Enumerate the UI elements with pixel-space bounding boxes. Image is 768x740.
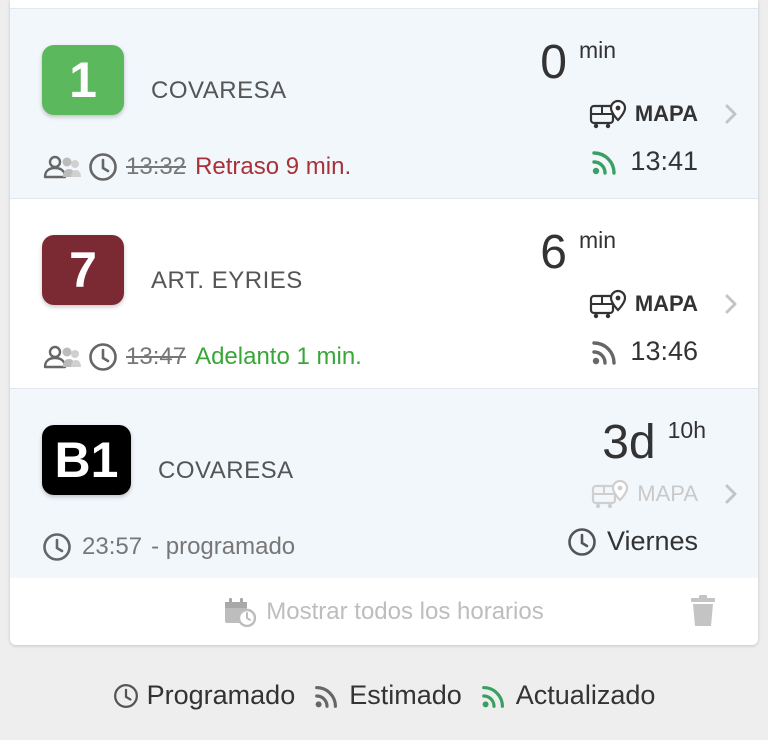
legend-label: Estimado	[349, 680, 462, 710]
eta-unit: 10h	[667, 417, 706, 443]
early-status: Adelanto 1 min.	[195, 343, 362, 370]
arrival-row-line-7[interactable]: 7 ART. EYRIES 13:47 Adelanto 1 min. 6 mi…	[10, 199, 758, 389]
map-link[interactable]: MAPA	[589, 289, 698, 319]
clock-icon	[88, 342, 118, 372]
legend-actualizado: Actualizado	[480, 680, 656, 711]
wifi-estimated-icon	[590, 337, 620, 367]
clock-icon	[42, 532, 72, 562]
arrivals-card: 1 COVARESA 13:32 Retraso 9 min. 0 min MA…	[10, 0, 758, 645]
wifi-updated-icon	[590, 147, 620, 177]
legend-label: Programado	[146, 680, 296, 710]
line-badge: 7	[42, 235, 124, 305]
legend: Programado Estimado Actualizado	[0, 680, 768, 711]
line-badge: 1	[42, 45, 124, 115]
destination: COVARESA	[158, 457, 294, 484]
time-value: 13:46	[630, 336, 698, 366]
chevron-right-icon[interactable]	[724, 293, 738, 320]
chevron-right-icon[interactable]	[724, 483, 738, 510]
map-link-disabled: MAPA	[591, 479, 698, 509]
calendar-clock-icon	[224, 597, 257, 627]
wifi-updated-icon	[480, 682, 508, 710]
scheduled-time: 13:47	[126, 343, 187, 370]
arrival-row-line-1[interactable]: 1 COVARESA 13:32 Retraso 9 min. 0 min MA…	[10, 9, 758, 199]
wifi-estimated-icon	[313, 682, 341, 710]
eta-value: 3d	[602, 416, 656, 469]
bus-map-icon	[591, 479, 629, 509]
legend-estimado: Estimado	[313, 680, 462, 711]
schedule-info: 13:47 Adelanto 1 min.	[42, 342, 362, 372]
trash-icon[interactable]	[690, 595, 716, 632]
time-value: 13:41	[630, 146, 698, 176]
arrival-time: 13:46	[590, 336, 698, 367]
destination: ART. EYRIES	[151, 267, 303, 294]
bus-map-icon	[589, 99, 627, 129]
bus-map-icon	[589, 289, 627, 319]
eta: 6 min	[540, 225, 616, 280]
legend-programado: Programado	[113, 680, 296, 711]
eta: 0 min	[540, 35, 616, 90]
eta-unit: min	[578, 227, 616, 253]
clock-icon	[88, 152, 118, 182]
arrival-day: Viernes	[567, 526, 698, 557]
map-label: MAPA	[634, 101, 698, 126]
schedule-info: 13:32 Retraso 9 min.	[42, 152, 351, 182]
line-number: 1	[69, 52, 97, 108]
eta-value: 6	[540, 226, 567, 279]
scheduled-time: 13:32	[126, 153, 187, 180]
chevron-right-icon[interactable]	[724, 103, 738, 130]
map-label: MAPA	[634, 291, 698, 316]
arrival-row-line-b1[interactable]: B1 COVARESA 23:57 - programado 3d 10h MA…	[10, 389, 758, 578]
eta: 3d 10h	[602, 415, 706, 470]
line-number: 7	[69, 242, 97, 298]
time-value: Viernes	[606, 526, 698, 556]
line-badge: B1	[42, 425, 131, 495]
scheduled-status: - programado	[151, 533, 296, 560]
eta-unit: min	[578, 37, 616, 63]
passengers-icon	[42, 344, 82, 370]
line-number: B1	[54, 432, 119, 488]
clock-icon	[113, 683, 139, 709]
show-all-schedules-label: Mostrar todos los horarios	[266, 597, 544, 625]
arrival-time: 13:41	[590, 146, 698, 177]
show-all-schedules-button[interactable]: Mostrar todos los horarios	[10, 578, 758, 645]
map-link[interactable]: MAPA	[589, 99, 698, 129]
eta-value: 0	[540, 36, 567, 89]
legend-label: Actualizado	[515, 680, 656, 710]
destination: COVARESA	[151, 77, 287, 104]
clock-icon	[567, 527, 597, 557]
schedule-info: 23:57 - programado	[42, 532, 295, 562]
map-label: MAPA	[637, 481, 698, 506]
scheduled-time: 23:57	[82, 533, 143, 560]
passengers-icon	[42, 154, 82, 180]
delay-status: Retraso 9 min.	[195, 153, 352, 180]
